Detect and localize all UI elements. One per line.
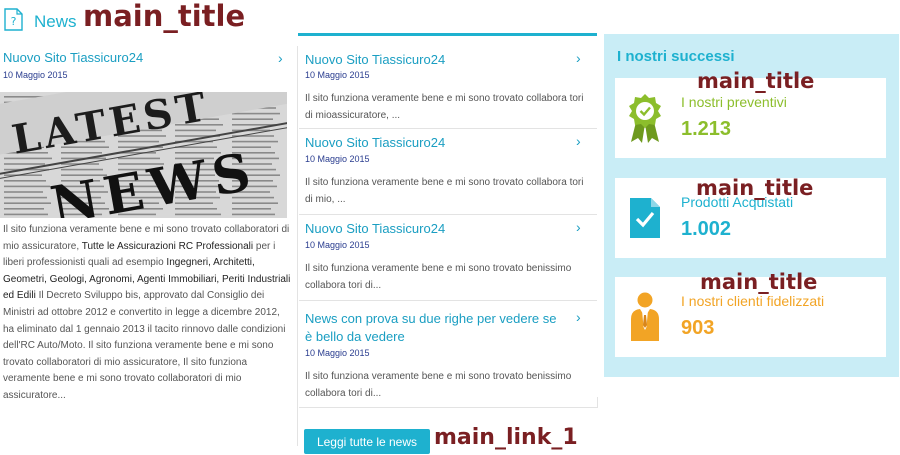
lead-article-date: 10 Maggio 2015 [3, 70, 68, 80]
lead-article-title[interactable]: Nuovo Sito Tiassicuro24 [3, 50, 143, 65]
stat-card-clients: I nostri clienti fidelizzati 903 main_ti… [615, 272, 886, 357]
chevron-right-icon[interactable]: › [576, 50, 581, 66]
lead-article-body: Il sito funziona veramente bene e mi son… [3, 222, 293, 405]
chevron-right-icon[interactable]: › [576, 133, 581, 149]
main-title-label: main_title [696, 176, 814, 200]
article-excerpt: Il sito funziona veramente bene e mi son… [305, 177, 584, 205]
divider [597, 397, 598, 408]
page-title: News [34, 12, 77, 31]
main-title-label: main_title [700, 270, 818, 294]
article-title[interactable]: Nuovo Sito Tiassicuro24 [305, 134, 560, 152]
businessman-icon [631, 292, 659, 341]
main-title-label: main_title [697, 69, 815, 93]
list-item[interactable]: Nuovo Sito Tiassicuro24 › 10 Maggio 2015… [299, 46, 597, 129]
list-item[interactable]: News con prova su due righe per vedere s… [299, 301, 597, 408]
list-item[interactable]: Nuovo Sito Tiassicuro24 › 10 Maggio 2015… [299, 129, 597, 215]
stat-value: 1.002 [681, 218, 732, 240]
lead-article: Nuovo Sito Tiassicuro24 › 10 Maggio 2015… [0, 46, 298, 446]
svg-text:?: ? [11, 15, 17, 28]
latest-news-image[interactable]: LATEST NEWS [0, 92, 287, 218]
stat-value: 1.213 [681, 118, 732, 140]
stat-card-products: Prodotti Acquistati 1.002 main_title [615, 178, 886, 258]
list-item[interactable]: Nuovo Sito Tiassicuro24 › 10 Maggio 2015… [299, 215, 597, 301]
read-all-news-button[interactable]: Leggi tutte le news [304, 429, 430, 454]
stat-card-quotes: I nostri preventivi 1.213 main_title [615, 71, 886, 158]
article-title[interactable]: Nuovo Sito Tiassicuro24 [305, 220, 560, 238]
checked-document-icon [630, 198, 660, 238]
stat-label: I nostri preventivi [681, 94, 787, 110]
article-title[interactable]: Nuovo Sito Tiassicuro24 [305, 51, 560, 69]
success-panel: I nostri successi I nostri preventivi 1.… [604, 34, 899, 377]
chevron-right-icon[interactable]: › [278, 50, 283, 66]
article-date: 10 Maggio 2015 [305, 348, 370, 358]
article-date: 10 Maggio 2015 [305, 70, 370, 80]
chevron-right-icon[interactable]: › [576, 309, 581, 325]
bold-text: Tutte le Assicurazioni RC Professionali [81, 240, 254, 252]
title-underline [298, 33, 597, 36]
article-excerpt: Il sito funziona veramente bene e mi son… [305, 371, 572, 399]
article-excerpt: Il sito funziona veramente bene e mi son… [305, 263, 572, 291]
stat-value: 903 [681, 317, 715, 339]
stat-label: I nostri clienti fidelizzati [681, 293, 825, 309]
chevron-right-icon[interactable]: › [576, 219, 581, 235]
main-title-label: main_title [83, 0, 246, 33]
article-date: 10 Maggio 2015 [305, 240, 370, 250]
help-document-icon: ? [4, 8, 23, 31]
body-text: Il Decreto Sviluppo bis, approvato dal C… [3, 290, 286, 401]
success-panel-title: I nostri successi [617, 48, 735, 65]
main-link-label: main_link_1 [434, 425, 578, 450]
article-excerpt: Il sito funziona veramente bene e mi son… [305, 93, 584, 121]
article-title[interactable]: News con prova su due righe per vedere s… [305, 310, 560, 346]
award-ribbon-icon [629, 94, 661, 143]
article-date: 10 Maggio 2015 [305, 154, 370, 164]
